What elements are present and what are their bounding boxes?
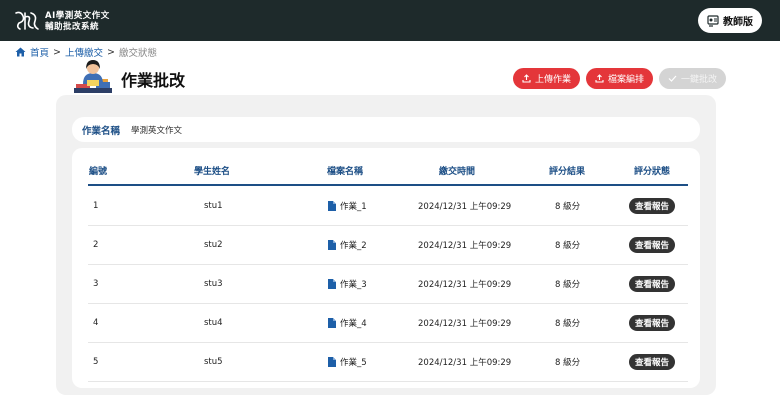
header-id: 編號 [89,167,108,177]
header-status: 評分狀態 [634,167,671,177]
teacher-mode-label: 教師版 [723,17,753,28]
cell-student: stu1 [204,200,223,211]
file-link[interactable]: 作業_5 [328,342,367,381]
view-report-button[interactable]: 查看報告 [629,314,676,331]
view-report-button[interactable]: 查看報告 [629,275,676,292]
cell-file: 作業_3 [340,279,367,290]
app-title-line1: AI學測英文作文 [45,11,110,21]
file-icon [328,317,336,328]
app-title: AI學測英文作文 輔助批改系統 [45,11,110,33]
cell-file: 作業_5 [340,357,367,368]
cell-score: 8 級分 [555,357,581,368]
action-bar: 上傳作業 檔案編排 一鍵批改 [513,68,727,89]
file-link[interactable]: 作業_3 [328,264,367,303]
view-report-button[interactable]: 查看報告 [629,236,676,253]
cell-student: stu4 [204,317,223,328]
upload-icon [522,74,531,83]
breadcrumb-separator: > [53,46,61,58]
header-time: 繳交時間 [439,167,476,177]
cell-time: 2024/12/31 上午09:29 [418,318,512,329]
teacher-icon [707,14,719,27]
assignment-name-label: 作業名稱 [82,126,121,137]
header-student: 學生姓名 [194,167,231,177]
breadcrumb: 首頁 > 上傳繳交 > 繳交狀態 [15,45,157,59]
cell-time: 2024/12/31 上午09:29 [418,240,512,251]
breadcrumb-home[interactable]: 首頁 [30,45,49,59]
app-title-line2: 輔助批改系統 [45,22,100,32]
file-link[interactable]: 作業_2 [328,225,367,264]
cell-score: 8 級分 [555,240,581,251]
cell-id: 1 [93,200,99,211]
cell-student: stu2 [204,239,223,250]
check-icon [668,75,677,82]
home-icon[interactable] [15,47,26,57]
file-icon [328,356,336,367]
breadcrumb-upload[interactable]: 上傳繳交 [65,45,103,59]
upload-assignment-button[interactable]: 上傳作業 [513,68,581,89]
table-row: 3 stu3 作業_3 2024/12/31 上午09:29 8 級分 查看報告 [88,264,688,304]
cell-file: 作業_4 [340,318,367,329]
file-icon [328,239,336,250]
view-report-button[interactable]: 查看報告 [629,353,676,370]
table-row: 5 stu5 作業_5 2024/12/31 上午09:29 8 級分 查看報告 [88,342,688,382]
teacher-mode-button[interactable]: 教師版 [698,8,762,33]
logo-icon [15,11,39,30]
cell-file: 作業_1 [340,201,367,212]
cell-time: 2024/12/31 上午09:29 [418,201,512,212]
cell-score: 8 級分 [555,279,581,290]
cell-student: stu5 [204,356,223,367]
table-row: 1 stu1 作業_1 2024/12/31 上午09:29 8 級分 查看報告 [88,186,688,226]
header-file: 檔案名稱 [327,167,364,177]
table-row: 2 stu2 作業_2 2024/12/31 上午09:29 8 級分 查看報告 [88,225,688,265]
cell-id: 4 [93,317,99,328]
file-link[interactable]: 作業_4 [328,303,367,342]
breadcrumb-current: 繳交狀態 [118,48,157,59]
header-score: 評分結果 [549,167,586,177]
grade-all-button[interactable]: 一鍵批改 [659,68,727,89]
assignment-name-card: 作業名稱 學測英文作文 [72,117,700,142]
arrange-files-button[interactable]: 檔案編排 [586,68,654,89]
upload-assignment-label: 上傳作業 [535,75,572,85]
submissions-table: 編號 學生姓名 檔案名稱 繳交時間 評分結果 評分狀態 1 stu1 作業_1 … [72,148,700,388]
cell-time: 2024/12/31 上午09:29 [418,279,512,290]
cell-id: 5 [93,356,99,367]
view-report-button[interactable]: 查看報告 [629,197,676,214]
table-row: 4 stu4 作業_4 2024/12/31 上午09:29 8 級分 查看報告 [88,303,688,343]
cell-score: 8 級分 [555,318,581,329]
cell-id: 2 [93,239,99,250]
breadcrumb-separator: > [107,46,115,58]
file-icon [328,278,336,289]
file-icon [328,200,336,211]
cell-id: 3 [93,278,99,289]
assignment-name-value: 學測英文作文 [131,126,183,136]
avatar-illustration [74,60,112,93]
cell-score: 8 級分 [555,201,581,212]
arrange-files-label: 檔案編排 [608,75,645,85]
cell-file: 作業_2 [340,240,367,251]
cell-time: 2024/12/31 上午09:29 [418,357,512,368]
top-header: AI學測英文作文 輔助批改系統 教師版 [0,0,780,41]
upload-icon [595,74,604,83]
cell-student: stu3 [204,278,223,289]
file-link[interactable]: 作業_1 [328,186,367,225]
grade-all-label: 一鍵批改 [681,75,718,85]
page-title: 作業批改 [121,71,186,90]
